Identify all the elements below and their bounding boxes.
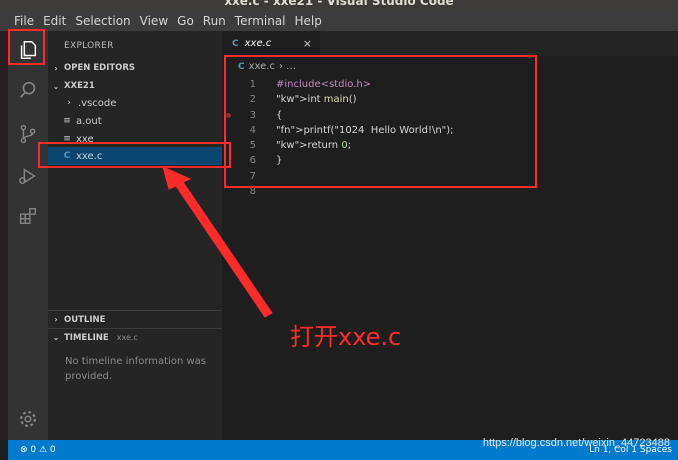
annotation-arrow [162,166,273,318]
annotation-text: 打开xxe.c [290,323,402,351]
watermark: https://blog.csdn.net/weixin_44723488 [482,437,670,449]
